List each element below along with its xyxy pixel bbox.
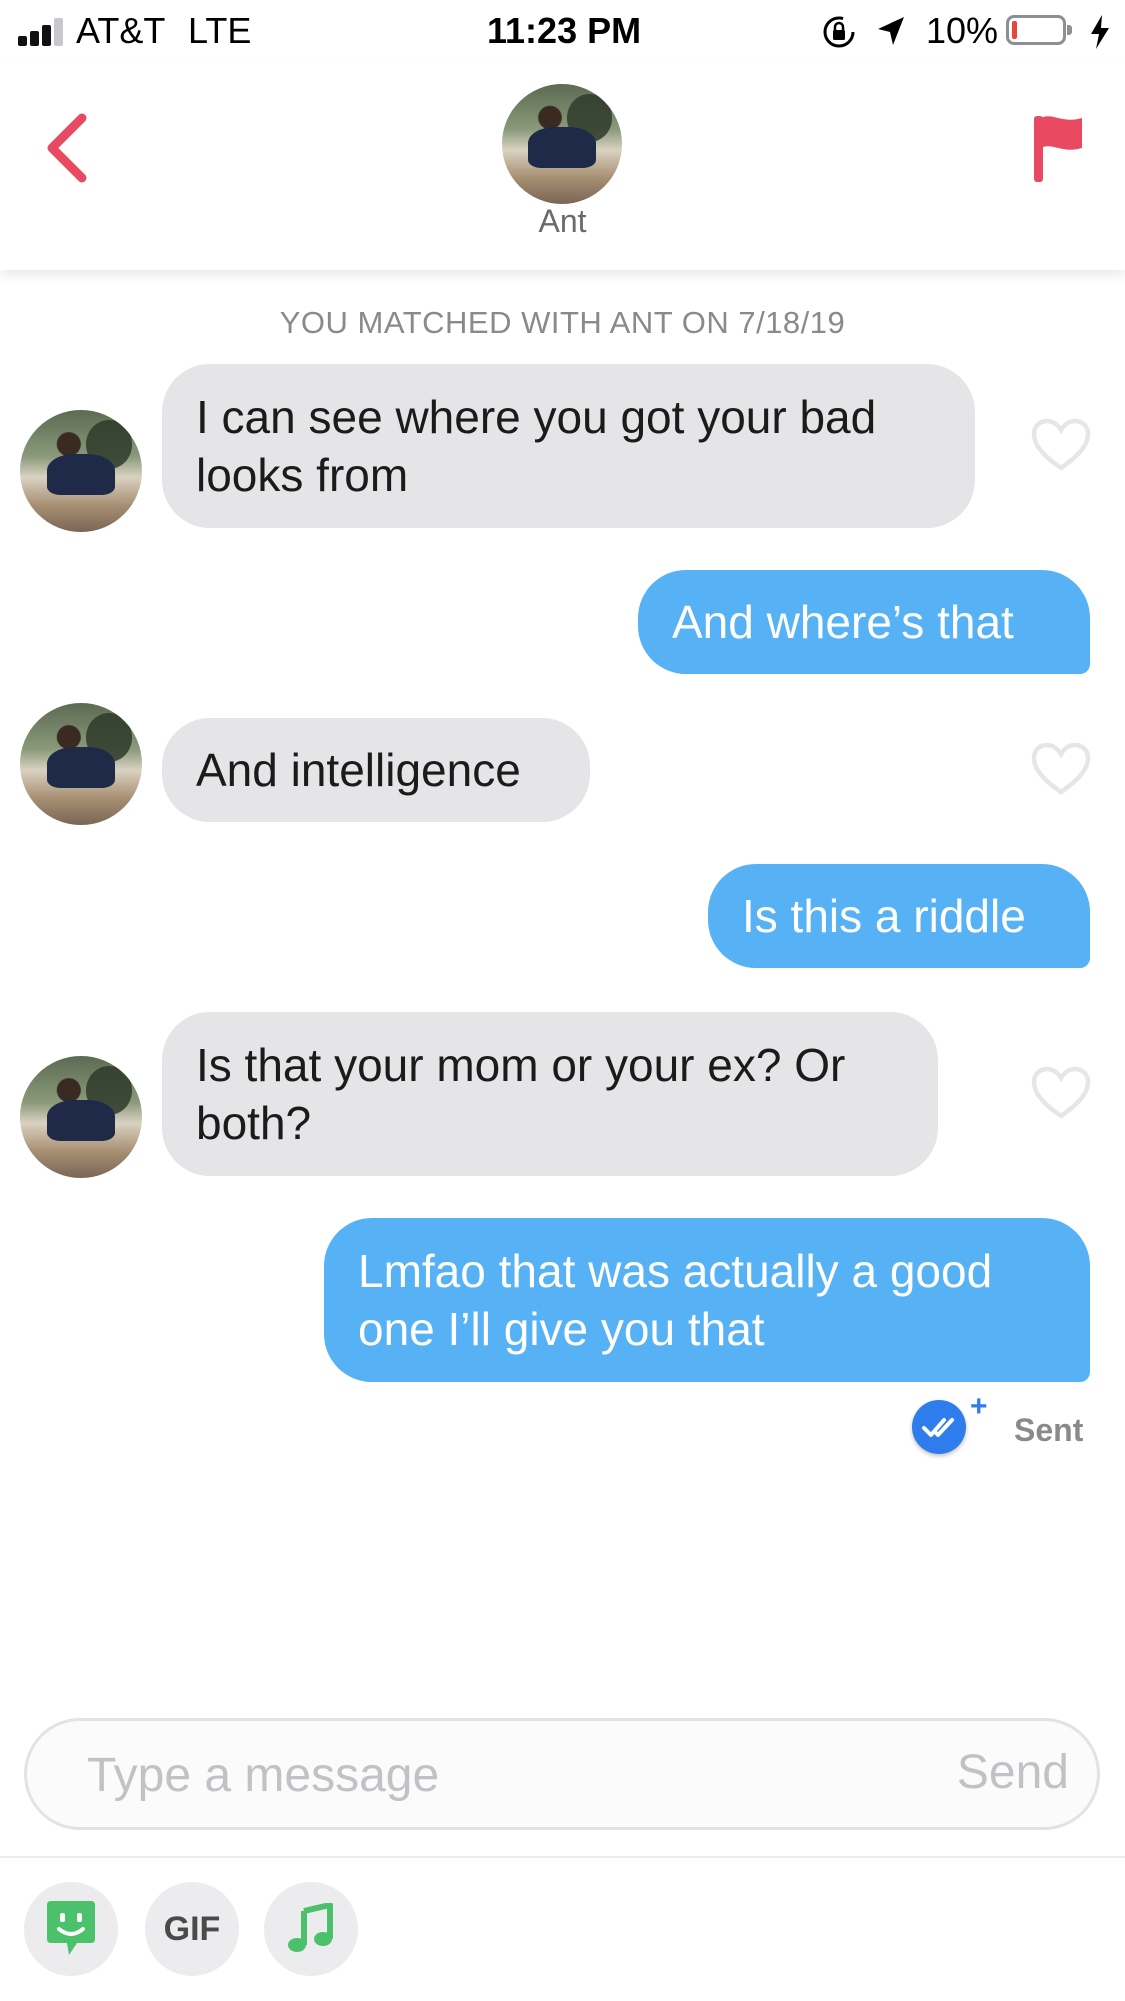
location-arrow-icon — [878, 17, 904, 45]
toolbar-divider — [0, 1856, 1125, 1858]
sender-avatar[interactable] — [20, 1056, 142, 1178]
message-input[interactable] — [85, 1739, 849, 1811]
message-line: And where’s that — [672, 596, 1014, 648]
incoming-message[interactable]: I can see where you got your bad looks fr… — [162, 364, 975, 528]
send-button[interactable]: Send — [957, 1745, 1069, 1800]
match-date-note: YOU MATCHED WITH ANT ON 7/18/19 — [279, 305, 846, 340]
battery-percent: 10% — [926, 10, 999, 51]
message-line: looks from — [196, 449, 409, 501]
message-line: I can see where you got your bad — [196, 391, 877, 443]
carrier-label: AT&T — [76, 10, 166, 51]
sticker-button[interactable] — [24, 1882, 118, 1976]
sticker-icon — [47, 1901, 95, 1955]
gif-label: GIF — [163, 1909, 221, 1948]
battery-icon — [1006, 15, 1072, 45]
signal-icon — [18, 18, 76, 46]
incoming-message[interactable]: And intelligence — [162, 718, 590, 822]
music-button[interactable] — [264, 1882, 358, 1976]
charging-bolt-icon — [1091, 15, 1109, 49]
message-line: one I’ll give you that — [358, 1303, 765, 1355]
clock: 11:23 PM — [487, 10, 642, 51]
outgoing-message[interactable]: Lmfao that was actually a good one I’ll g… — [324, 1218, 1090, 1382]
battery-level-fill — [1012, 21, 1017, 39]
message-line: Is this a riddle — [742, 890, 1026, 942]
music-note-icon — [288, 1903, 333, 1952]
sender-avatar[interactable] — [20, 703, 142, 825]
like-heart-icon[interactable] — [1031, 742, 1091, 796]
plus-icon: + — [970, 1390, 988, 1423]
like-heart-icon[interactable] — [1031, 1066, 1091, 1120]
match-avatar[interactable] — [502, 84, 622, 204]
message-composer: Send — [24, 1718, 1100, 1830]
back-chevron-icon[interactable] — [44, 112, 88, 184]
read-receipt[interactable]: + Sent — [912, 1390, 1092, 1464]
outgoing-message[interactable]: And where’s that — [638, 570, 1090, 674]
message-line: Is that your mom or your ex? Or — [196, 1039, 846, 1091]
message-line: And intelligence — [196, 744, 521, 796]
sender-avatar[interactable] — [20, 410, 142, 532]
orientation-lock-icon — [823, 16, 855, 48]
gif-button[interactable]: GIF — [145, 1882, 239, 1976]
like-heart-icon[interactable] — [1031, 418, 1091, 472]
network-label: LTE — [188, 10, 252, 51]
incoming-message[interactable]: Is that your mom or your ex? Or both? — [162, 1012, 938, 1176]
double-check-icon — [922, 1418, 954, 1437]
message-line: Lmfao that was actually a good — [358, 1245, 993, 1297]
sent-status: Sent — [1014, 1412, 1084, 1448]
report-flag-icon[interactable] — [1030, 112, 1086, 184]
status-bar: AT&T LTE 11:23 PM 10% — [0, 0, 1125, 62]
message-line: both? — [196, 1097, 312, 1149]
outgoing-message[interactable]: Is this a riddle — [708, 864, 1090, 968]
match-name[interactable]: Ant — [0, 203, 1125, 240]
read-receipt-badge[interactable] — [912, 1400, 966, 1454]
